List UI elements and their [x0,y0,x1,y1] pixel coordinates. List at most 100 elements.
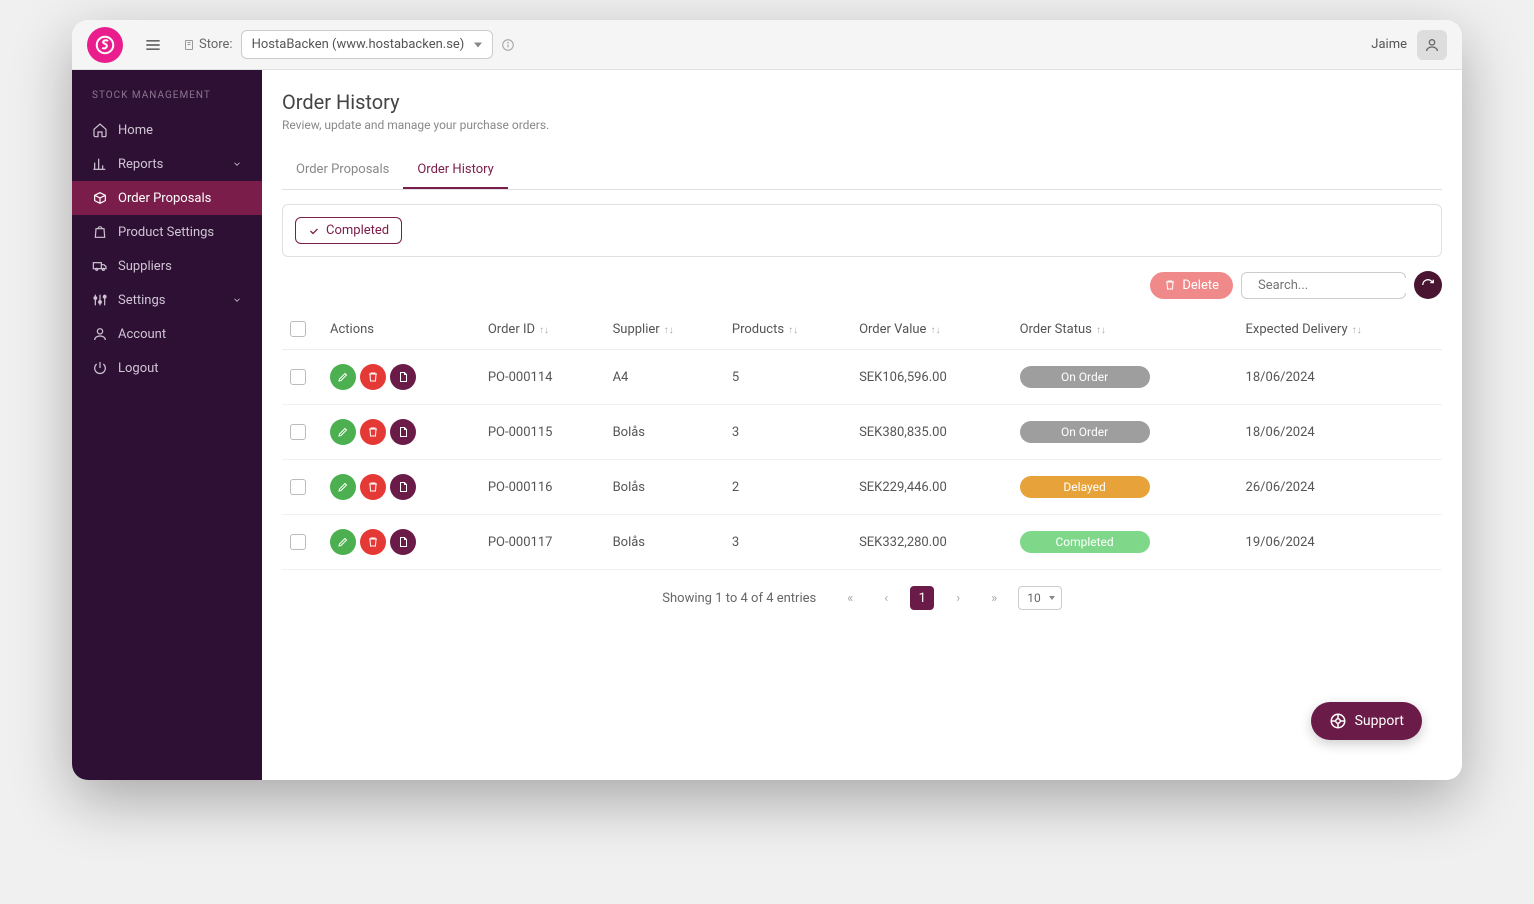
page-size-select[interactable]: 10 [1018,586,1062,610]
sort-icon: ↑↓ [539,325,549,336]
bag-icon [92,224,108,240]
status-badge: Delayed [1020,476,1150,498]
page-title: Order History [282,90,1442,114]
column-header[interactable]: Products↑↓ [724,309,851,350]
chevron-down-icon [232,295,242,305]
store-label: Store: [183,37,233,52]
page-last-button[interactable]: » [982,586,1006,610]
app-window: Store: HostaBacken (www.hostabacken.se) … [72,20,1462,780]
delete-row-button[interactable] [360,364,386,390]
sidebar-item-label: Logout [118,361,159,376]
tab-order-history[interactable]: Order History [403,152,507,189]
column-header[interactable]: Supplier↑↓ [605,309,724,350]
store-select[interactable]: HostaBacken (www.hostabacken.se) [241,30,494,59]
sort-icon: ↑↓ [664,325,674,336]
document-button[interactable] [390,474,416,500]
tabs: Order ProposalsOrder History [282,152,1442,190]
cell-order-id: PO-000117 [480,515,605,570]
edit-button[interactable] [330,529,356,555]
orders-table: ActionsOrder ID↑↓Supplier↑↓Products↑↓Ord… [282,309,1442,570]
document-button[interactable] [390,419,416,445]
cell-supplier: A4 [605,350,724,405]
cell-supplier: Bolås [605,515,724,570]
sidebar-item-home[interactable]: Home [72,113,262,147]
delete-row-button[interactable] [360,474,386,500]
cell-products: 3 [724,515,851,570]
document-button[interactable] [390,529,416,555]
tab-order-proposals[interactable]: Order Proposals [282,152,403,189]
row-checkbox[interactable] [290,369,306,385]
search-input[interactable] [1258,278,1424,293]
edit-button[interactable] [330,474,356,500]
table-row: PO-000115Bolås3SEK380,835.00On Order18/0… [282,405,1442,460]
sidebar-heading: STOCK MANAGEMENT [72,90,262,113]
truck-icon [92,258,108,274]
status-badge: On Order [1020,366,1150,388]
sidebar-item-suppliers[interactable]: Suppliers [72,249,262,283]
search-box[interactable] [1241,272,1406,299]
cell-products: 2 [724,460,851,515]
sidebar-item-settings[interactable]: Settings [72,283,262,317]
row-checkbox[interactable] [290,534,306,550]
filter-chip-completed[interactable]: Completed [295,217,402,244]
sidebar-item-label: Product Settings [118,225,214,240]
menu-toggle-button[interactable] [143,35,163,55]
refresh-button[interactable] [1414,271,1442,299]
cell-products: 3 [724,405,851,460]
sort-icon: ↑↓ [788,325,798,336]
power-icon [92,360,108,376]
row-checkbox[interactable] [290,424,306,440]
page-next-button[interactable]: › [946,586,970,610]
table-toolbar: Delete [282,271,1442,299]
edit-button[interactable] [330,419,356,445]
user-menu[interactable]: Jaime [1371,30,1447,60]
document-button[interactable] [390,364,416,390]
chart-icon [92,156,108,172]
sidebar-item-label: Settings [118,293,165,308]
sliders-icon [92,292,108,308]
sort-icon: ↑↓ [1352,325,1362,336]
sidebar-item-label: Home [118,123,153,138]
delete-button[interactable]: Delete [1150,272,1233,299]
store-info-icon[interactable] [501,38,515,52]
sort-icon: ↑↓ [1096,325,1106,336]
chevron-down-icon [232,159,242,169]
cell-products: 5 [724,350,851,405]
cell-delivery: 18/06/2024 [1238,405,1442,460]
column-header[interactable]: Order Value↑↓ [851,309,1012,350]
select-all-checkbox[interactable] [290,321,306,337]
sidebar-item-order-proposals[interactable]: Order Proposals [72,181,262,215]
sort-icon: ↑↓ [930,325,940,336]
table-row: PO-000116Bolås2SEK229,446.00Delayed26/06… [282,460,1442,515]
sidebar-item-account[interactable]: Account [72,317,262,351]
sidebar-item-label: Suppliers [118,259,172,274]
pagination: Showing 1 to 4 of 4 entries « ‹ 1 › » 10 [282,570,1442,626]
row-checkbox[interactable] [290,479,306,495]
cell-value: SEK380,835.00 [851,405,1012,460]
sidebar-item-product-settings[interactable]: Product Settings [72,215,262,249]
cell-order-id: PO-000115 [480,405,605,460]
table-row: PO-000117Bolås3SEK332,280.00Completed19/… [282,515,1442,570]
page-first-button[interactable]: « [838,586,862,610]
cell-value: SEK332,280.00 [851,515,1012,570]
sidebar-item-reports[interactable]: Reports [72,147,262,181]
sidebar-item-logout[interactable]: Logout [72,351,262,385]
delete-row-button[interactable] [360,419,386,445]
topbar: Store: HostaBacken (www.hostabacken.se) … [72,20,1462,70]
column-header[interactable]: Order ID↑↓ [480,309,605,350]
main-content: Order History Review, update and manage … [262,70,1462,780]
column-header[interactable]: Order Status↑↓ [1012,309,1238,350]
page-number-button[interactable]: 1 [910,586,934,610]
filter-bar: Completed [282,204,1442,257]
column-header: Actions [322,309,480,350]
column-header[interactable]: Expected Delivery↑↓ [1238,309,1442,350]
cell-delivery: 19/06/2024 [1238,515,1442,570]
delete-row-button[interactable] [360,529,386,555]
page-prev-button[interactable]: ‹ [874,586,898,610]
user-avatar-icon [1417,30,1447,60]
support-button[interactable]: Support [1311,702,1422,740]
sidebar-item-label: Reports [118,157,163,172]
edit-button[interactable] [330,364,356,390]
cell-value: SEK229,446.00 [851,460,1012,515]
brand-logo [87,27,123,63]
